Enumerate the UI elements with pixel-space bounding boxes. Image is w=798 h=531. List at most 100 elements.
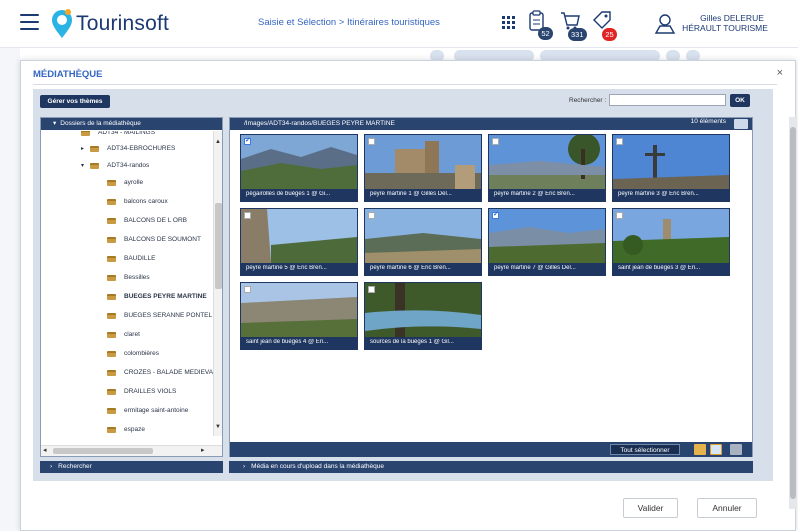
trash-icon[interactable] bbox=[730, 444, 742, 455]
cart-button[interactable]: 331 bbox=[560, 10, 587, 41]
folder-icon bbox=[107, 293, 116, 300]
media-thumbnail[interactable]: peyre martine 5 @ Eric Bren... bbox=[240, 208, 358, 276]
scroll-left-icon[interactable]: ◂ bbox=[43, 446, 47, 454]
folder-label: BUEGES PEYRE MARTINE bbox=[124, 293, 207, 300]
media-thumbnail[interactable]: peyre martine 2 @ Eric Bren... bbox=[488, 134, 606, 202]
search-section-header[interactable]: › Rechercher bbox=[40, 461, 223, 473]
media-checkbox[interactable] bbox=[368, 286, 375, 293]
current-path: /Images/ADT34-randos/BUEGES PEYRE MARTIN… bbox=[230, 118, 752, 130]
media-checkbox[interactable] bbox=[492, 210, 499, 219]
folder-label: colombières bbox=[124, 350, 160, 357]
scrollbar-thumb[interactable] bbox=[215, 203, 222, 289]
search-ok-button[interactable]: OK bbox=[730, 94, 750, 107]
folder-tree-panel: ▾ Dossiers de la médiathèque ADT34 - MAIL… bbox=[40, 117, 223, 457]
folders-header-label: Dossiers de la médiathèque bbox=[60, 120, 141, 127]
scroll-right-icon[interactable]: ▸ bbox=[201, 446, 205, 454]
folder-item[interactable]: colombières bbox=[107, 350, 159, 357]
scrollbar-thumb[interactable] bbox=[53, 448, 153, 454]
media-checkbox[interactable] bbox=[616, 138, 623, 145]
tag-count-badge: 25 bbox=[602, 28, 617, 41]
apps-grid-icon[interactable] bbox=[502, 16, 515, 29]
expand-arrow-icon: › bbox=[243, 463, 246, 470]
folder-item[interactable]: DRAILLES VIOLS bbox=[107, 388, 176, 395]
scroll-up-icon[interactable]: ▲ bbox=[215, 139, 221, 145]
close-icon[interactable]: × bbox=[777, 67, 783, 79]
folder-label: BALCONS DE L ORB bbox=[124, 217, 187, 224]
media-caption: peyre martine 6 @ Eric Bren... bbox=[370, 265, 451, 271]
tree-toggle-icon[interactable]: ▾ bbox=[81, 162, 84, 169]
folder-item[interactable]: ▾ ADT34-randos bbox=[81, 162, 149, 169]
media-thumbnail[interactable]: saint jean de buèges 4 @ Eri... bbox=[240, 282, 358, 350]
folder-icon bbox=[107, 331, 116, 338]
folder-icon bbox=[107, 236, 116, 243]
media-checkbox[interactable] bbox=[368, 138, 375, 145]
expand-arrow-icon: › bbox=[50, 463, 53, 470]
search-section-label: Rechercher bbox=[58, 463, 92, 470]
folder-item[interactable]: ADT34 - MAILINGS bbox=[81, 131, 155, 136]
search-label: Rechercher : bbox=[569, 97, 607, 104]
tag-button[interactable]: 25 bbox=[592, 10, 617, 41]
move-to-folder-icon[interactable] bbox=[694, 444, 706, 455]
folder-item[interactable]: BUEGES PEYRE MARTINE bbox=[107, 293, 207, 300]
media-checkbox[interactable] bbox=[244, 286, 251, 293]
folder-item[interactable]: espaze bbox=[107, 426, 145, 433]
folder-item[interactable]: BUEGES SERANNE PONTEL bbox=[107, 312, 212, 319]
media-caption: peyre martine 7 @ Gilles Del... bbox=[494, 265, 576, 271]
select-all-button[interactable]: Tout sélectionner bbox=[610, 444, 680, 455]
media-thumbnail[interactable]: sources de la buèges 1 @ Gil... bbox=[364, 282, 482, 350]
item-count: 10 éléments bbox=[690, 118, 726, 125]
breadcrumb[interactable]: Saisie et Sélection > Itinéraires touris… bbox=[258, 17, 440, 28]
scroll-down-icon[interactable]: ▼ bbox=[215, 424, 221, 430]
folders-header[interactable]: ▾ Dossiers de la médiathèque bbox=[41, 118, 222, 130]
user-icon[interactable] bbox=[655, 14, 675, 34]
folder-icon bbox=[90, 162, 100, 169]
folder-item[interactable]: ▸ ADT34-EBROCHURES bbox=[81, 145, 175, 152]
media-caption: peyre martine 1 @ Gilles Del... bbox=[370, 191, 452, 197]
tree-horizontal-scrollbar[interactable]: ◂ ▸ bbox=[41, 445, 222, 456]
media-checkbox[interactable] bbox=[492, 138, 499, 145]
tree-toggle-icon[interactable]: ▸ bbox=[81, 145, 84, 152]
hamburger-menu-icon[interactable] bbox=[20, 14, 39, 30]
folder-item[interactable]: CROZES - BALADE MEDIEVA bbox=[107, 369, 213, 376]
tree-vertical-scrollbar[interactable]: ▲ ▼ bbox=[213, 131, 222, 436]
media-thumbnail[interactable]: peyre martine 7 @ Gilles Del... bbox=[488, 208, 606, 276]
mediatheque-dialog: MÉDIATHÈQUE × Gérer vos thèmes Recherche… bbox=[20, 60, 797, 531]
user-name[interactable]: Gilles DELERUE bbox=[692, 13, 772, 23]
media-thumbnail[interactable]: peyre martine 3 @ Eric Bren... bbox=[612, 134, 730, 202]
grid-view-icon[interactable] bbox=[734, 119, 748, 129]
page-background bbox=[0, 48, 20, 531]
folder-item[interactable]: BAUDILLE bbox=[107, 255, 155, 262]
dialog-title: MÉDIATHÈQUE bbox=[33, 69, 103, 80]
media-checkbox[interactable] bbox=[244, 136, 251, 145]
folder-item[interactable]: ermitage saint-antoine bbox=[107, 407, 188, 414]
upload-queue-header[interactable]: › Média en cours d'upload dans la médiath… bbox=[229, 461, 753, 473]
folder-label: BALCONS DE SOUMONT bbox=[124, 236, 201, 243]
media-checkbox[interactable] bbox=[368, 212, 375, 219]
scrollbar-thumb[interactable] bbox=[790, 127, 796, 499]
media-thumbnail[interactable]: pégairolles de buèges 1 @ Gi... bbox=[240, 134, 358, 202]
folder-item[interactable]: ayrolle bbox=[107, 179, 143, 186]
upload-icon[interactable] bbox=[710, 444, 722, 455]
media-thumbnail[interactable]: saint jean de buèges 3 @ Eri... bbox=[612, 208, 730, 276]
media-thumbnail[interactable]: peyre martine 1 @ Gilles Del... bbox=[364, 134, 482, 202]
media-image bbox=[241, 209, 357, 263]
validate-button[interactable]: Valider bbox=[623, 498, 678, 518]
search-input[interactable] bbox=[609, 94, 726, 106]
clipboard-button[interactable]: 52 bbox=[528, 10, 553, 40]
folder-label: ayrolle bbox=[124, 179, 144, 186]
folder-item[interactable]: Bessilles bbox=[107, 274, 150, 281]
manage-themes-button[interactable]: Gérer vos thèmes bbox=[40, 95, 110, 108]
folder-label: balcons caroux bbox=[124, 198, 168, 205]
media-checkbox[interactable] bbox=[616, 212, 623, 219]
folder-item[interactable]: BALCONS DE SOUMONT bbox=[107, 236, 201, 243]
dialog-scrollbar[interactable] bbox=[789, 117, 797, 509]
folder-item[interactable]: balcons caroux bbox=[107, 198, 168, 205]
media-thumbnail[interactable]: peyre martine 6 @ Eric Bren... bbox=[364, 208, 482, 276]
folder-icon bbox=[107, 407, 116, 414]
folder-item[interactable]: BALCONS DE L ORB bbox=[107, 217, 187, 224]
media-checkbox[interactable] bbox=[244, 212, 251, 219]
tourinsoft-logo[interactable] bbox=[50, 9, 74, 39]
media-image bbox=[365, 209, 481, 263]
folder-item[interactable]: claret bbox=[107, 331, 140, 338]
cancel-button[interactable]: Annuler bbox=[697, 498, 757, 518]
